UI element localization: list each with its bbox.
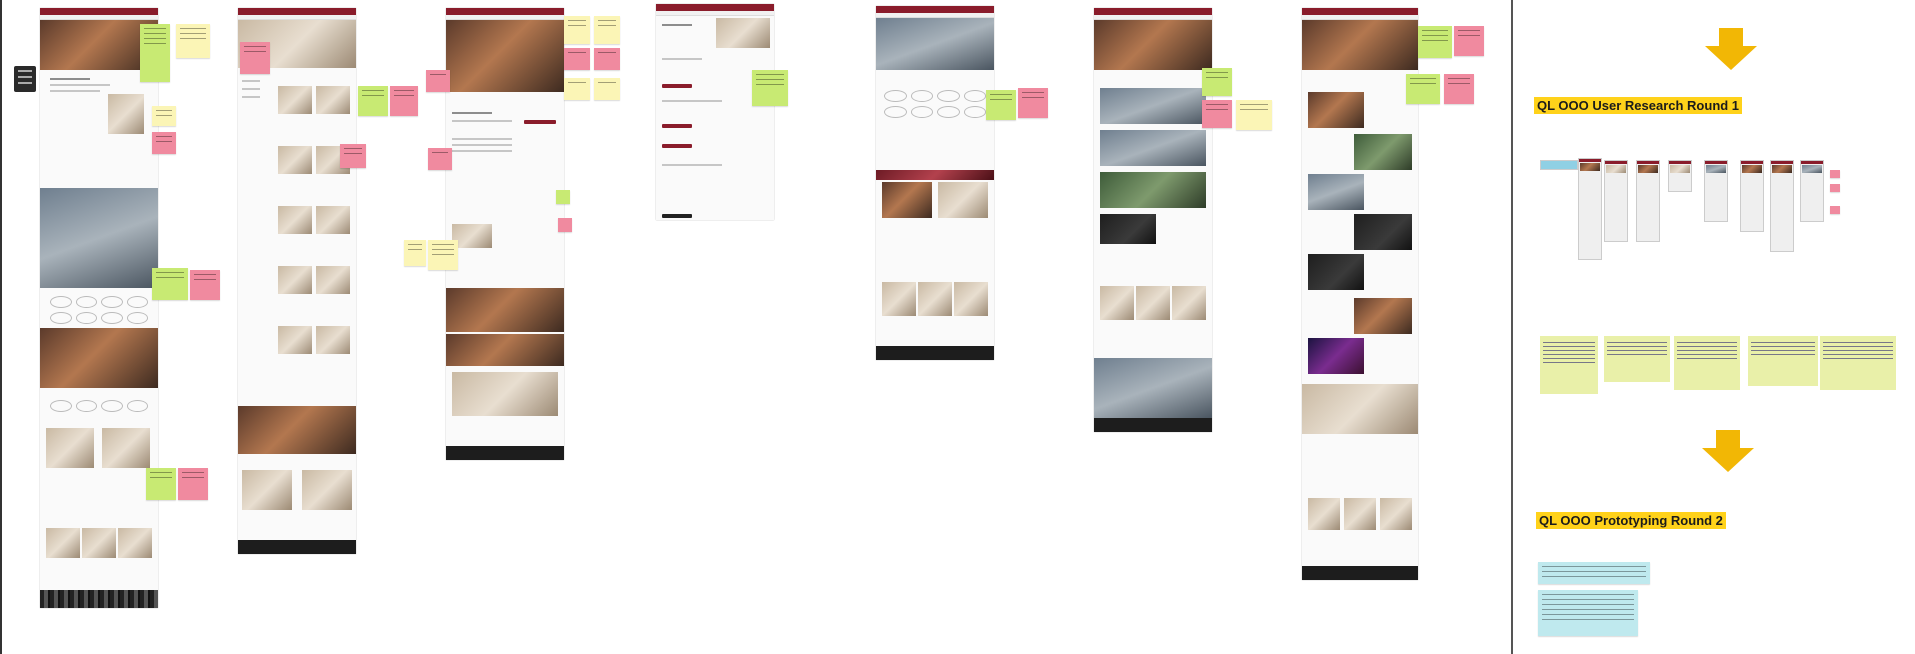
mini-frame[interactable] [1540, 160, 1578, 170]
sticky-note[interactable] [152, 268, 188, 300]
sticky-note[interactable] [240, 42, 270, 74]
sticky-note[interactable] [564, 78, 590, 100]
sticky-note[interactable] [1202, 100, 1232, 128]
sticky-note[interactable] [594, 48, 620, 70]
mini-frame[interactable] [1704, 160, 1728, 222]
prototype-notes[interactable] [1538, 590, 1638, 636]
footer-strip [40, 590, 158, 608]
hero-image [446, 20, 564, 92]
sticky-note[interactable] [594, 16, 620, 44]
sticky-note[interactable] [404, 240, 426, 266]
sticky-note[interactable] [428, 148, 452, 170]
sticky-note[interactable] [426, 70, 450, 92]
sticky-note[interactable] [146, 468, 176, 500]
sticky-note[interactable] [594, 78, 620, 100]
sticky-note[interactable] [390, 86, 418, 116]
prototype-notes[interactable] [1538, 562, 1650, 584]
sticky-note[interactable] [752, 70, 788, 106]
mini-frame[interactable] [1604, 160, 1628, 242]
hero-image [1094, 20, 1212, 70]
frame-home[interactable] [40, 8, 158, 608]
sticky-note[interactable] [1202, 68, 1232, 96]
research-notes[interactable] [1674, 336, 1740, 390]
frame-neighborhoods[interactable] [1094, 8, 1212, 432]
sticky-note[interactable] [986, 90, 1016, 120]
map-thumbnail [108, 94, 144, 134]
sticky-note[interactable] [1406, 74, 1440, 104]
sticky-note[interactable] [190, 270, 220, 300]
sticky-note[interactable] [564, 48, 590, 70]
research-notes[interactable] [1748, 336, 1818, 386]
sticky-note[interactable] [1418, 26, 1452, 58]
sticky-note[interactable] [564, 16, 590, 44]
section-divider [1511, 0, 1513, 654]
whiteboard-canvas[interactable]: QL OOO User Research Round 1 QL OOO Prot… [0, 0, 1915, 654]
mini-frame[interactable] [1740, 160, 1764, 232]
hero-image [876, 18, 994, 70]
sticky-note[interactable] [178, 468, 208, 500]
sticky-note[interactable] [358, 86, 388, 116]
sticky-note[interactable] [556, 190, 570, 204]
arrow-down-icon [1705, 28, 1757, 70]
sticky-note[interactable] [176, 24, 210, 58]
sticky-note[interactable] [428, 240, 458, 270]
arrow-down-icon [1702, 430, 1754, 472]
sticky-note[interactable] [1830, 184, 1840, 192]
sticky-note[interactable] [140, 24, 170, 82]
sticky-note[interactable] [1018, 88, 1048, 118]
sticky-note[interactable] [152, 106, 176, 126]
sticky-note[interactable] [1236, 100, 1272, 130]
research-notes[interactable] [1604, 336, 1670, 382]
sticky-note[interactable] [1454, 26, 1484, 56]
frame-listing[interactable] [238, 8, 356, 554]
lifestyle-image [40, 328, 158, 388]
mini-frame[interactable] [1668, 160, 1692, 192]
hero-banner [40, 188, 158, 288]
sticky-note[interactable] [558, 218, 572, 232]
sticky-note[interactable] [1830, 206, 1840, 214]
section-title-round1: QL OOO User Research Round 1 [1534, 97, 1743, 114]
frame-detail[interactable] [446, 8, 564, 460]
frame-booking[interactable] [656, 4, 774, 220]
hero-image [1302, 20, 1418, 70]
section-title-round2: QL OOO Prototyping Round 2 [1536, 512, 1726, 529]
sticky-note[interactable] [152, 132, 176, 154]
mini-frame[interactable] [1578, 158, 1602, 260]
research-notes[interactable] [1540, 336, 1598, 394]
sticky-note[interactable] [1830, 170, 1840, 178]
frame-category[interactable] [876, 6, 994, 360]
sticky-note[interactable] [1444, 74, 1474, 104]
frame-guide[interactable] [1302, 8, 1418, 580]
mini-frame[interactable] [1636, 160, 1660, 242]
research-notes[interactable] [1820, 336, 1896, 390]
sticky-note[interactable] [340, 144, 366, 168]
mini-frame[interactable] [1800, 160, 1824, 222]
canvas-edge [0, 0, 2, 654]
mini-frame[interactable] [1770, 160, 1794, 252]
mini-card[interactable] [14, 66, 36, 92]
